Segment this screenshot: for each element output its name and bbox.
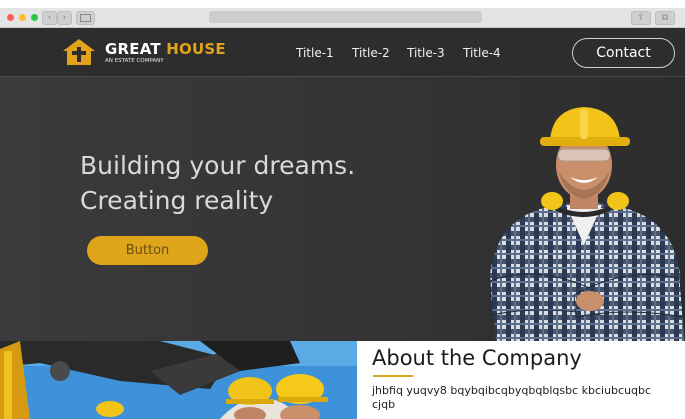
about-description: jhbfiq yuqvy8 bqybqibcqbyqbqblqsbc kbciu… bbox=[372, 384, 652, 411]
hero-section: Building your dreams. Creating reality B… bbox=[0, 77, 685, 341]
browser-toolbar: ‹ › ⇪ ⧉ bbox=[0, 8, 685, 28]
chevron-left-icon: ‹ bbox=[47, 13, 52, 23]
nav-title-4[interactable]: Title-4 bbox=[463, 46, 501, 60]
about-heading-underline bbox=[373, 375, 413, 377]
nav-title-2[interactable]: Title-2 bbox=[352, 46, 390, 60]
hero-title-line-1: Building your dreams. bbox=[80, 151, 356, 180]
site-header: GREAT HOUSE AN ESTATE COMPANY Title-1 Ti… bbox=[0, 28, 685, 77]
hero-title: Building your dreams. Creating reality bbox=[80, 148, 355, 218]
close-window-button[interactable] bbox=[7, 14, 14, 21]
hero-cta-button[interactable]: Button bbox=[87, 236, 208, 265]
house-cross-icon bbox=[63, 39, 95, 65]
chevron-right-icon: › bbox=[62, 13, 67, 23]
nav-title-1[interactable]: Title-1 bbox=[296, 46, 334, 60]
about-heading: About the Company bbox=[372, 346, 582, 370]
construction-worker-image bbox=[489, 107, 684, 341]
address-bar[interactable] bbox=[209, 11, 482, 23]
tabs-button[interactable]: ⧉ bbox=[655, 11, 675, 25]
maximize-window-button[interactable] bbox=[31, 14, 38, 21]
brand-tagline: AN ESTATE COMPANY bbox=[105, 58, 164, 64]
minimize-window-button[interactable] bbox=[19, 14, 26, 21]
forward-button[interactable]: › bbox=[57, 11, 72, 25]
brand-primary: GREAT bbox=[105, 40, 161, 58]
share-icon: ⇪ bbox=[637, 13, 645, 23]
nav-title-3[interactable]: Title-3 bbox=[407, 46, 445, 60]
back-button[interactable]: ‹ bbox=[42, 11, 57, 25]
brand-name[interactable]: GREAT HOUSE bbox=[105, 40, 226, 58]
workers-with-machinery-image bbox=[0, 341, 357, 419]
hero-title-line-2: Creating reality bbox=[80, 186, 274, 215]
share-button[interactable]: ⇪ bbox=[631, 11, 651, 25]
sidebar-icon bbox=[80, 14, 91, 22]
contact-button[interactable]: Contact bbox=[572, 38, 675, 68]
sidebar-toggle-button[interactable] bbox=[76, 11, 95, 25]
tabs-icon: ⧉ bbox=[661, 13, 669, 23]
workers-photo bbox=[0, 341, 357, 419]
brand-accent: HOUSE bbox=[166, 40, 226, 58]
